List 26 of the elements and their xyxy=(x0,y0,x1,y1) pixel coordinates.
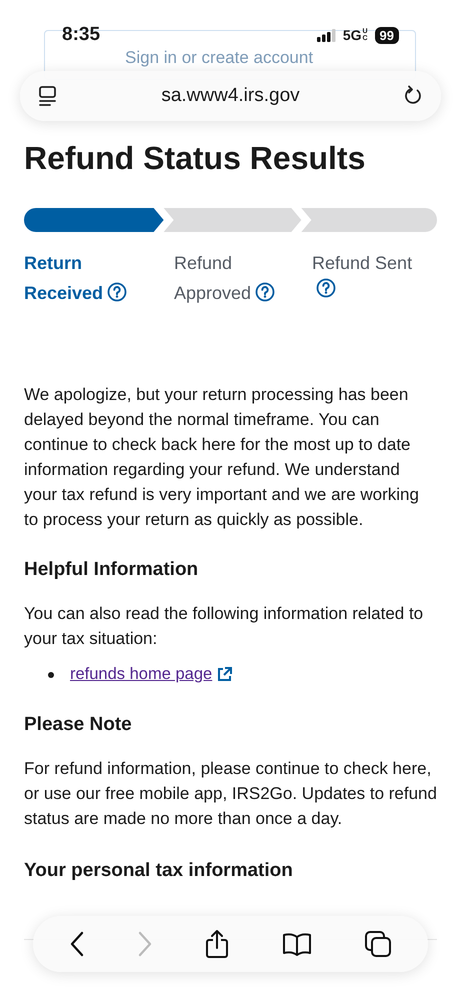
link[interactable]: refunds home page xyxy=(70,662,212,687)
step-label: Return Received xyxy=(24,253,104,303)
section-heading: Helpful Information xyxy=(24,558,200,582)
section-text: You can also read the following information related to your tax situation: xyxy=(24,603,424,650)
section-text: For refund information, please continue to check here, or use our free mobile app, IRS2Go. Updates to refund status are made no more than once a day. xyxy=(24,758,437,830)
step-label: Refund Sent xyxy=(312,253,412,273)
external-link-icon xyxy=(216,666,234,683)
help-icon[interactable] xyxy=(107,282,128,302)
book-icon[interactable] xyxy=(282,932,312,956)
section-heading: Please Note xyxy=(24,713,133,737)
page-title: Refund Status Results xyxy=(24,139,366,178)
back-icon[interactable] xyxy=(69,931,86,957)
step-label: Refund Approved xyxy=(174,253,252,303)
reader-icon[interactable] xyxy=(38,85,58,107)
share-icon[interactable] xyxy=(205,929,230,959)
clock: 8:35 xyxy=(62,22,100,47)
url-text: sa.www4.irs.gov xyxy=(160,84,301,108)
address-bar[interactable]: sa.www4.irs.gov xyxy=(20,71,441,121)
bullet-icon xyxy=(48,672,54,678)
tabs-icon[interactable] xyxy=(364,930,392,958)
status-message: We apologize, but your return processing has been delayed beyond the normal timeframe. You can continue to check back here for the most up to date information regarding your refund. We understand your tax refund is very important and we are working to process your return as quickly as possible. xyxy=(24,384,420,531)
help-icon[interactable] xyxy=(255,282,276,302)
section-heading: Your personal tax information xyxy=(24,859,294,883)
battery-icon: 99 xyxy=(374,26,399,44)
signal-icon xyxy=(316,28,337,42)
help-icon[interactable] xyxy=(316,278,336,298)
